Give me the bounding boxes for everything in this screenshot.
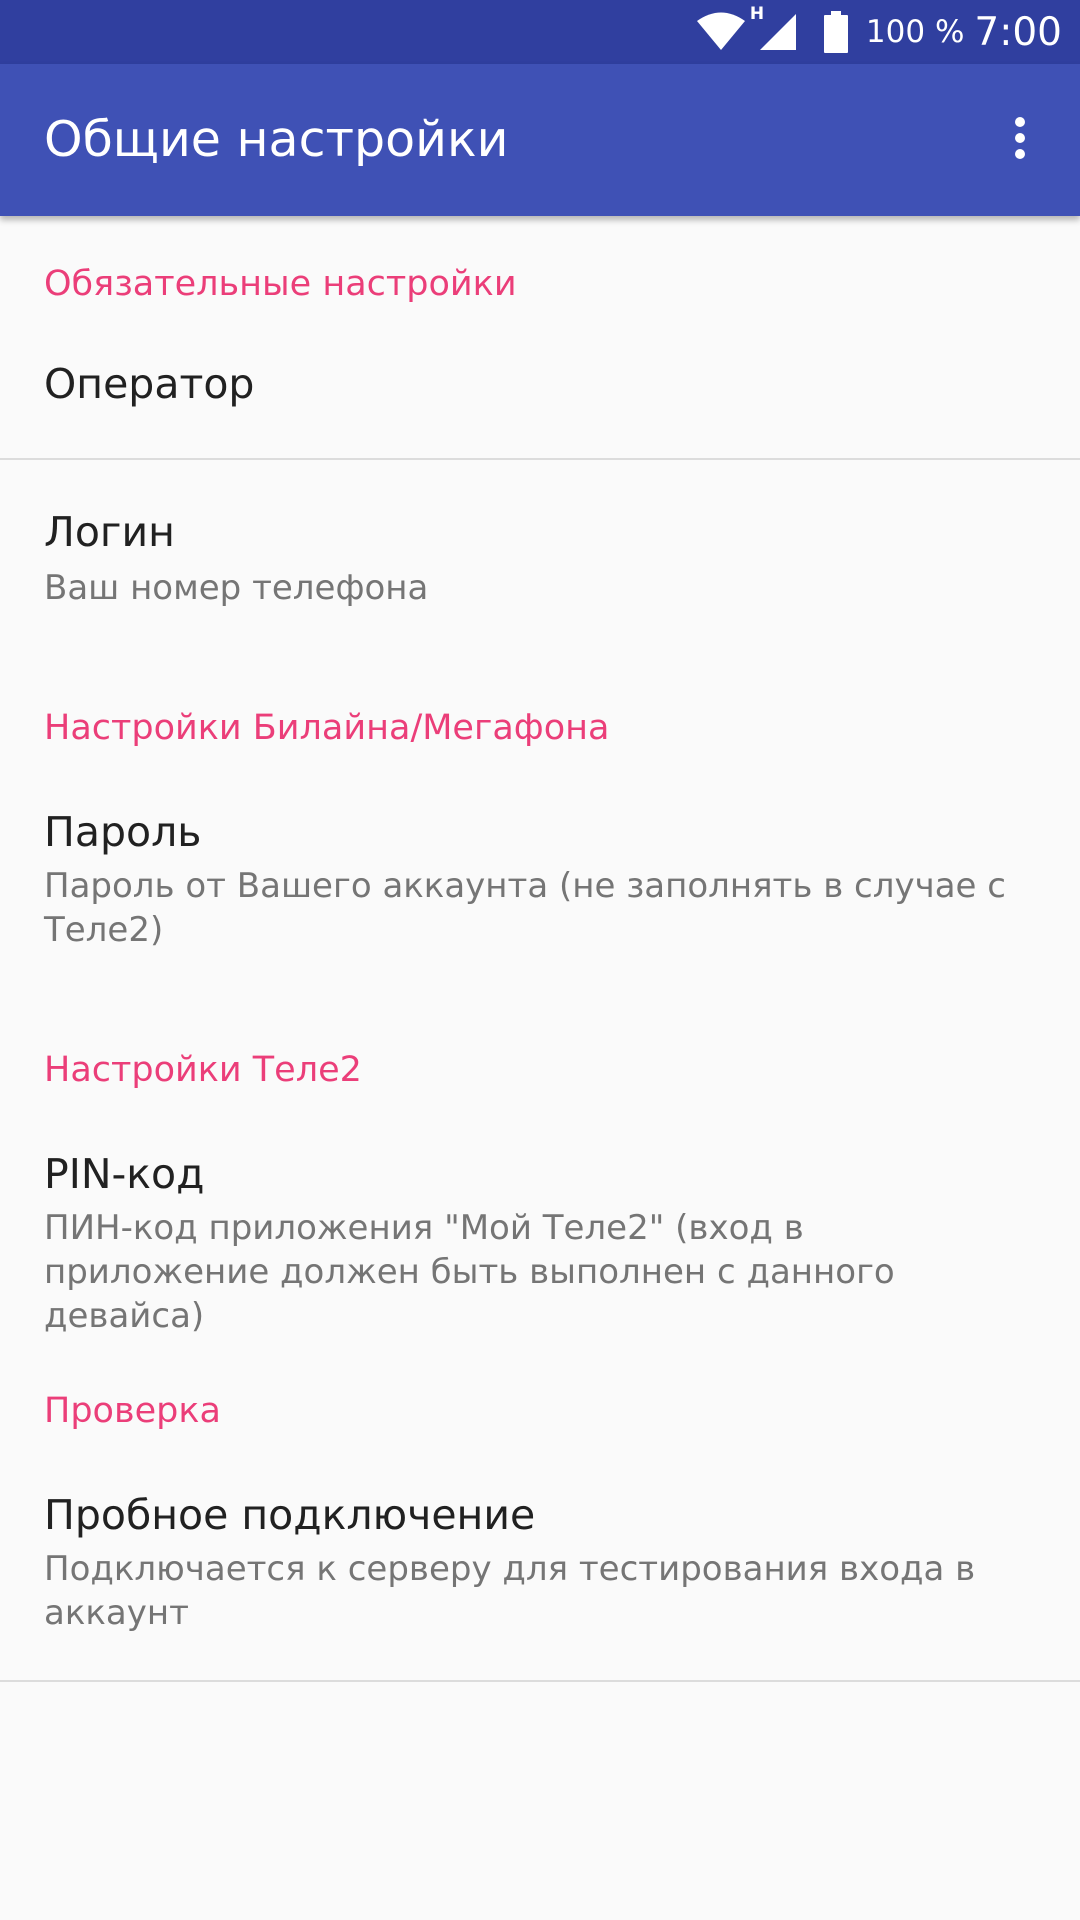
battery-percent: 100 % <box>865 14 965 50</box>
app-bar: Общие настройки <box>0 64 1080 216</box>
page-title: Общие настройки <box>44 111 509 168</box>
category-header-required: Обязательные настройки <box>44 264 517 304</box>
pref-login-summary: Ваш номер телефона <box>44 568 429 608</box>
pref-login[interactable]: Логин Ваш номер телефона <box>0 480 1080 640</box>
overflow-menu-button[interactable] <box>980 100 1060 180</box>
status-icons: H 100 % 7:00 <box>696 0 1062 64</box>
pref-pin[interactable]: PIN-код ПИН-код приложения "Мой Теле2" (… <box>0 1122 1080 1336</box>
pref-operator[interactable]: Оператор <box>0 340 1080 458</box>
cell-signal-icon: H <box>750 4 800 54</box>
pref-operator-title: Оператор <box>44 360 255 408</box>
pref-pin-title: PIN-код <box>44 1150 205 1198</box>
clock: 7:00 <box>974 9 1062 55</box>
pref-test-connection-summary: Подключается к серверу для тестирования … <box>44 1549 976 1633</box>
pref-pin-summary: ПИН-код приложения "Мой Теле2" (вход в п… <box>44 1208 895 1336</box>
pref-password-summary: Пароль от Вашего аккаунта (не заполнять … <box>44 866 1006 950</box>
network-type-label: H <box>749 4 765 24</box>
divider <box>0 458 1080 460</box>
divider <box>0 1680 1080 1682</box>
wifi-icon <box>696 12 746 52</box>
battery-icon <box>823 11 848 53</box>
category-header-check: Проверка <box>44 1391 221 1431</box>
pref-test-connection-title: Пробное подключение <box>44 1491 536 1539</box>
status-bar: H 100 % 7:00 <box>0 0 1080 64</box>
category-header-beeline-megafon: Настройки Билайна/Мегафона <box>44 708 610 748</box>
pref-password-title: Пароль <box>44 808 202 856</box>
pref-login-title: Логин <box>44 508 175 556</box>
pref-password[interactable]: Пароль Пароль от Вашего аккаунта (не зап… <box>0 780 1080 980</box>
category-header-tele2: Настройки Теле2 <box>44 1050 362 1090</box>
overflow-menu-icon <box>1014 116 1026 164</box>
pref-test-connection[interactable]: Пробное подключение Подключается к серве… <box>0 1463 1080 1679</box>
